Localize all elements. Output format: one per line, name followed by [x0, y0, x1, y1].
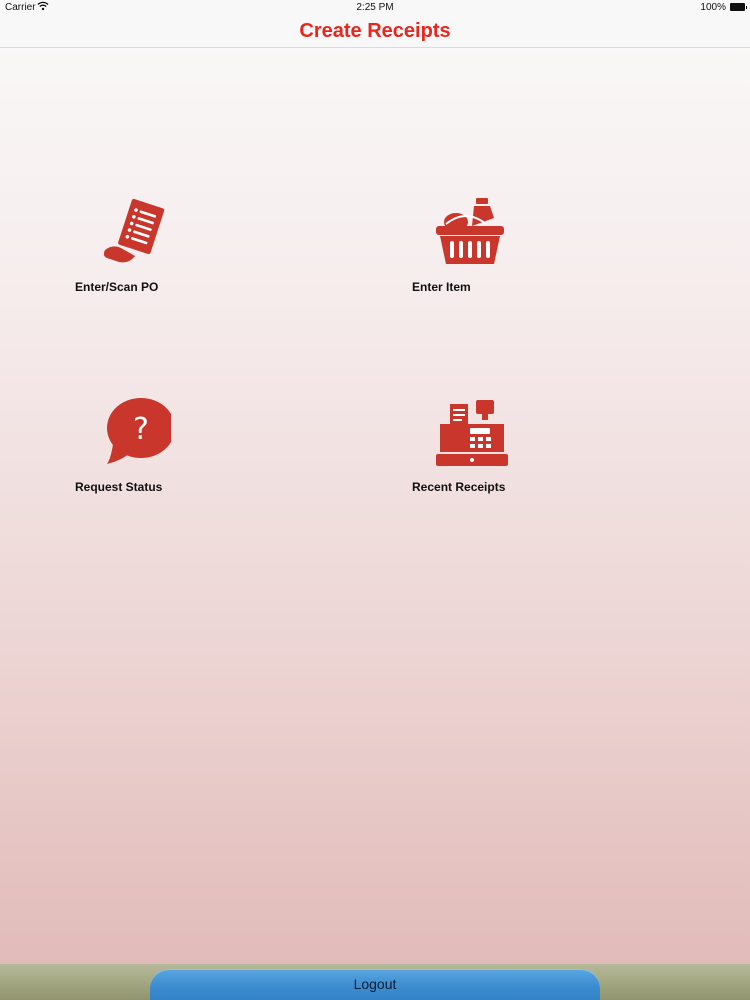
battery-icon — [730, 3, 747, 11]
logout-button[interactable]: Logout — [150, 969, 600, 1000]
receipt-document-icon — [99, 196, 171, 268]
svg-text:?: ? — [133, 412, 149, 447]
tile-label: Recent Receipts — [412, 480, 506, 494]
enter-item-button[interactable]: Enter Item — [412, 196, 612, 306]
clock: 2:25 PM — [356, 2, 394, 13]
status-bar: Carrier 2:25 PM 100% — [0, 0, 750, 16]
tile-label: Enter Item — [412, 280, 471, 294]
question-speech-bubble-icon: ? — [99, 396, 175, 468]
battery-percentage: 100% — [700, 2, 726, 13]
shopping-basket-icon — [436, 196, 508, 268]
enter-scan-po-button[interactable]: Enter/Scan PO — [75, 196, 275, 306]
recent-receipts-button[interactable]: Recent Receipts — [412, 396, 612, 506]
request-status-button[interactable]: ? Request Status — [75, 396, 275, 506]
footer-bar: Logout — [0, 964, 750, 1000]
cash-register-icon — [436, 396, 508, 468]
navigation-bar: Create Receipts — [0, 16, 750, 48]
page-title: Create Receipts — [299, 20, 451, 42]
tile-label: Request Status — [75, 480, 163, 494]
tile-label: Enter/Scan PO — [75, 280, 159, 294]
